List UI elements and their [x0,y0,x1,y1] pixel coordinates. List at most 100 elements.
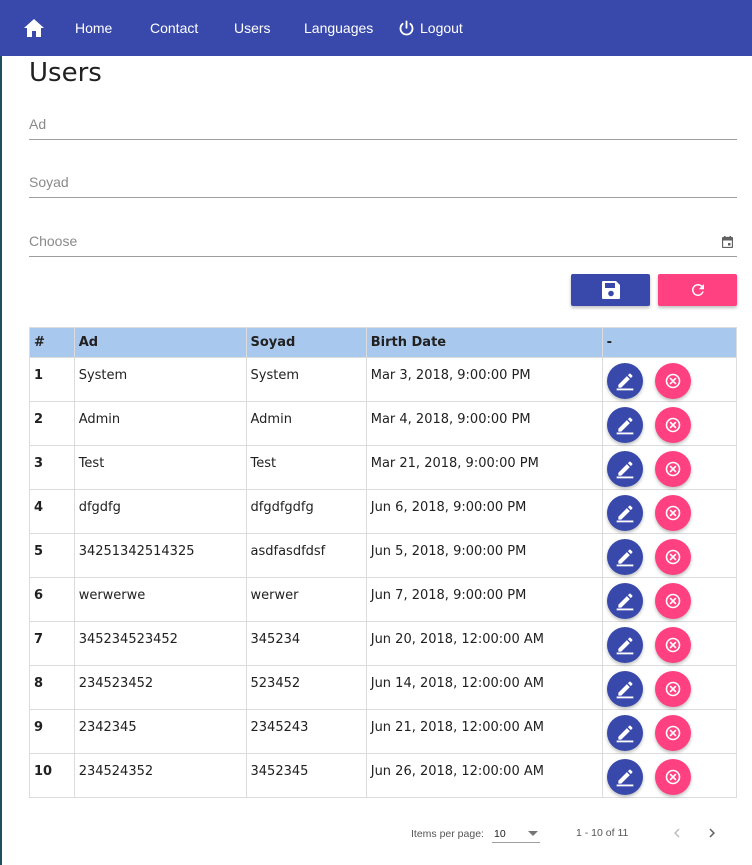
items-per-page-label: Items per page: [411,828,484,840]
refresh-icon [691,284,704,296]
ad-input[interactable] [29,111,709,137]
close-circle-icon [665,417,680,433]
delete-button[interactable] [654,407,691,443]
nav-languages[interactable]: Languages [304,0,373,56]
delete-button[interactable] [654,451,691,487]
chevron-right-icon[interactable] [703,824,721,842]
cell-actions [601,665,738,710]
cell-birth-date: Jun 6, 2018, 9:00:00 PM [365,489,603,534]
pencil-icon [616,637,633,655]
home-icon [24,19,44,37]
edit-button[interactable] [606,363,643,399]
edit-button[interactable] [606,495,643,531]
delete-button[interactable] [654,715,691,751]
column-header-birth-date: Birth Date [365,327,603,358]
cell-actions [601,401,738,446]
chevron-left-icon[interactable] [668,824,686,842]
edit-button[interactable] [606,583,643,619]
cell-birth-date: Jun 14, 2018, 12:00:00 AM [365,665,603,710]
edit-button[interactable] [606,451,643,487]
table-row: 10 234524352 3452345 Jun 26, 2018, 12:00:00… [29,753,738,798]
cell-soyad: Test [245,445,367,490]
column-header-ad: Ad [73,327,247,358]
cell-index: 7 [29,621,75,666]
pencil-icon [616,593,633,611]
edit-button[interactable] [606,671,643,707]
cell-ad: System [73,357,247,402]
table-row: 4 dfgdfg dfgdfgdfg Jun 6, 2018, 9:00:00 PM [29,489,738,534]
cell-soyad: 523452 [245,665,367,710]
soyad-field [29,169,737,198]
edit-button[interactable] [606,407,643,443]
column-header-index: # [29,327,75,358]
cell-actions [601,533,738,578]
cell-actions [601,709,738,754]
cell-ad: 234523452 [73,665,247,710]
nav-users[interactable]: Users [234,0,271,56]
delete-button[interactable] [654,539,691,575]
close-circle-icon [665,373,680,389]
cell-ad: 345234523452 [73,621,247,666]
reset-button[interactable] [658,274,737,306]
table-row: 9 2342345 2345243 Jun 21, 2018, 12:00:00 AM [29,709,738,754]
delete-button[interactable] [654,495,691,531]
table-row: 6 werwerwe werwer Jun 7, 2018, 9:00:00 PM [29,577,738,622]
delete-button[interactable] [654,583,691,619]
pencil-icon [616,725,633,743]
nav-home[interactable]: Home [75,0,112,56]
edit-button[interactable] [606,539,643,575]
page-range-label: 1 - 10 of 11 [576,827,629,839]
table-row: 5 34251342514325 asdfasdfdsf Jun 5, 2018, 9… [29,533,738,578]
cell-index: 2 [29,401,75,446]
home-icon-button[interactable] [24,0,46,56]
cell-index: 6 [29,577,75,622]
save-button[interactable] [571,274,650,306]
delete-button[interactable] [654,363,691,399]
caret-down-icon [528,831,538,836]
cell-soyad: 345234 [245,621,367,666]
cell-actions [601,577,738,622]
edit-button[interactable] [606,759,643,795]
edit-button[interactable] [606,627,643,663]
cell-actions [601,621,738,666]
paginator: Items per page: 10 1 - 10 of 11 [0,818,752,850]
cell-index: 5 [29,533,75,578]
users-table: # Ad Soyad Birth Date - 1 System System Mar… [29,327,738,798]
pencil-icon [616,549,633,567]
pencil-icon [616,769,633,787]
table-row: 7 345234523452 345234 Jun 20, 2018, 12:00:0… [29,621,738,666]
floppy-disk-icon [601,281,620,299]
window-edge [0,0,2,865]
column-header-actions: - [601,327,738,358]
cell-ad: dfgdfg [73,489,247,534]
cell-birth-date: Jun 21, 2018, 12:00:00 AM [365,709,603,754]
column-header-soyad: Soyad [245,327,367,358]
nav-contact[interactable]: Contact [150,0,198,56]
delete-button[interactable] [654,671,691,707]
cell-ad: 34251342514325 [73,533,247,578]
calendar-icon[interactable] [722,236,733,248]
soyad-input[interactable] [29,169,709,195]
close-circle-icon [665,725,680,741]
cell-birth-date: Mar 3, 2018, 9:00:00 PM [365,357,603,402]
close-circle-icon [665,769,680,785]
page-size-select[interactable]: 10 [492,824,540,843]
page-title: Users [29,58,102,88]
birth-date-input[interactable] [29,228,709,254]
cell-birth-date: Mar 21, 2018, 9:00:00 PM [365,445,603,490]
cell-ad: Admin [73,401,247,446]
delete-button[interactable] [654,627,691,663]
cell-soyad: System [245,357,367,402]
delete-button[interactable] [654,759,691,795]
table-row: 3 Test Test Mar 21, 2018, 9:00:00 PM [29,445,738,490]
edit-button[interactable] [606,715,643,751]
power-icon [399,19,414,35]
nav-logout[interactable]: Logout [398,0,463,56]
pencil-icon [616,373,633,391]
cell-soyad: asdfasdfdsf [245,533,367,578]
cell-birth-date: Jun 20, 2018, 12:00:00 AM [365,621,603,666]
cell-soyad: dfgdfgdfg [245,489,367,534]
cell-ad: 234524352 [73,753,247,798]
birth-date-field [29,228,737,257]
cell-index: 4 [29,489,75,534]
